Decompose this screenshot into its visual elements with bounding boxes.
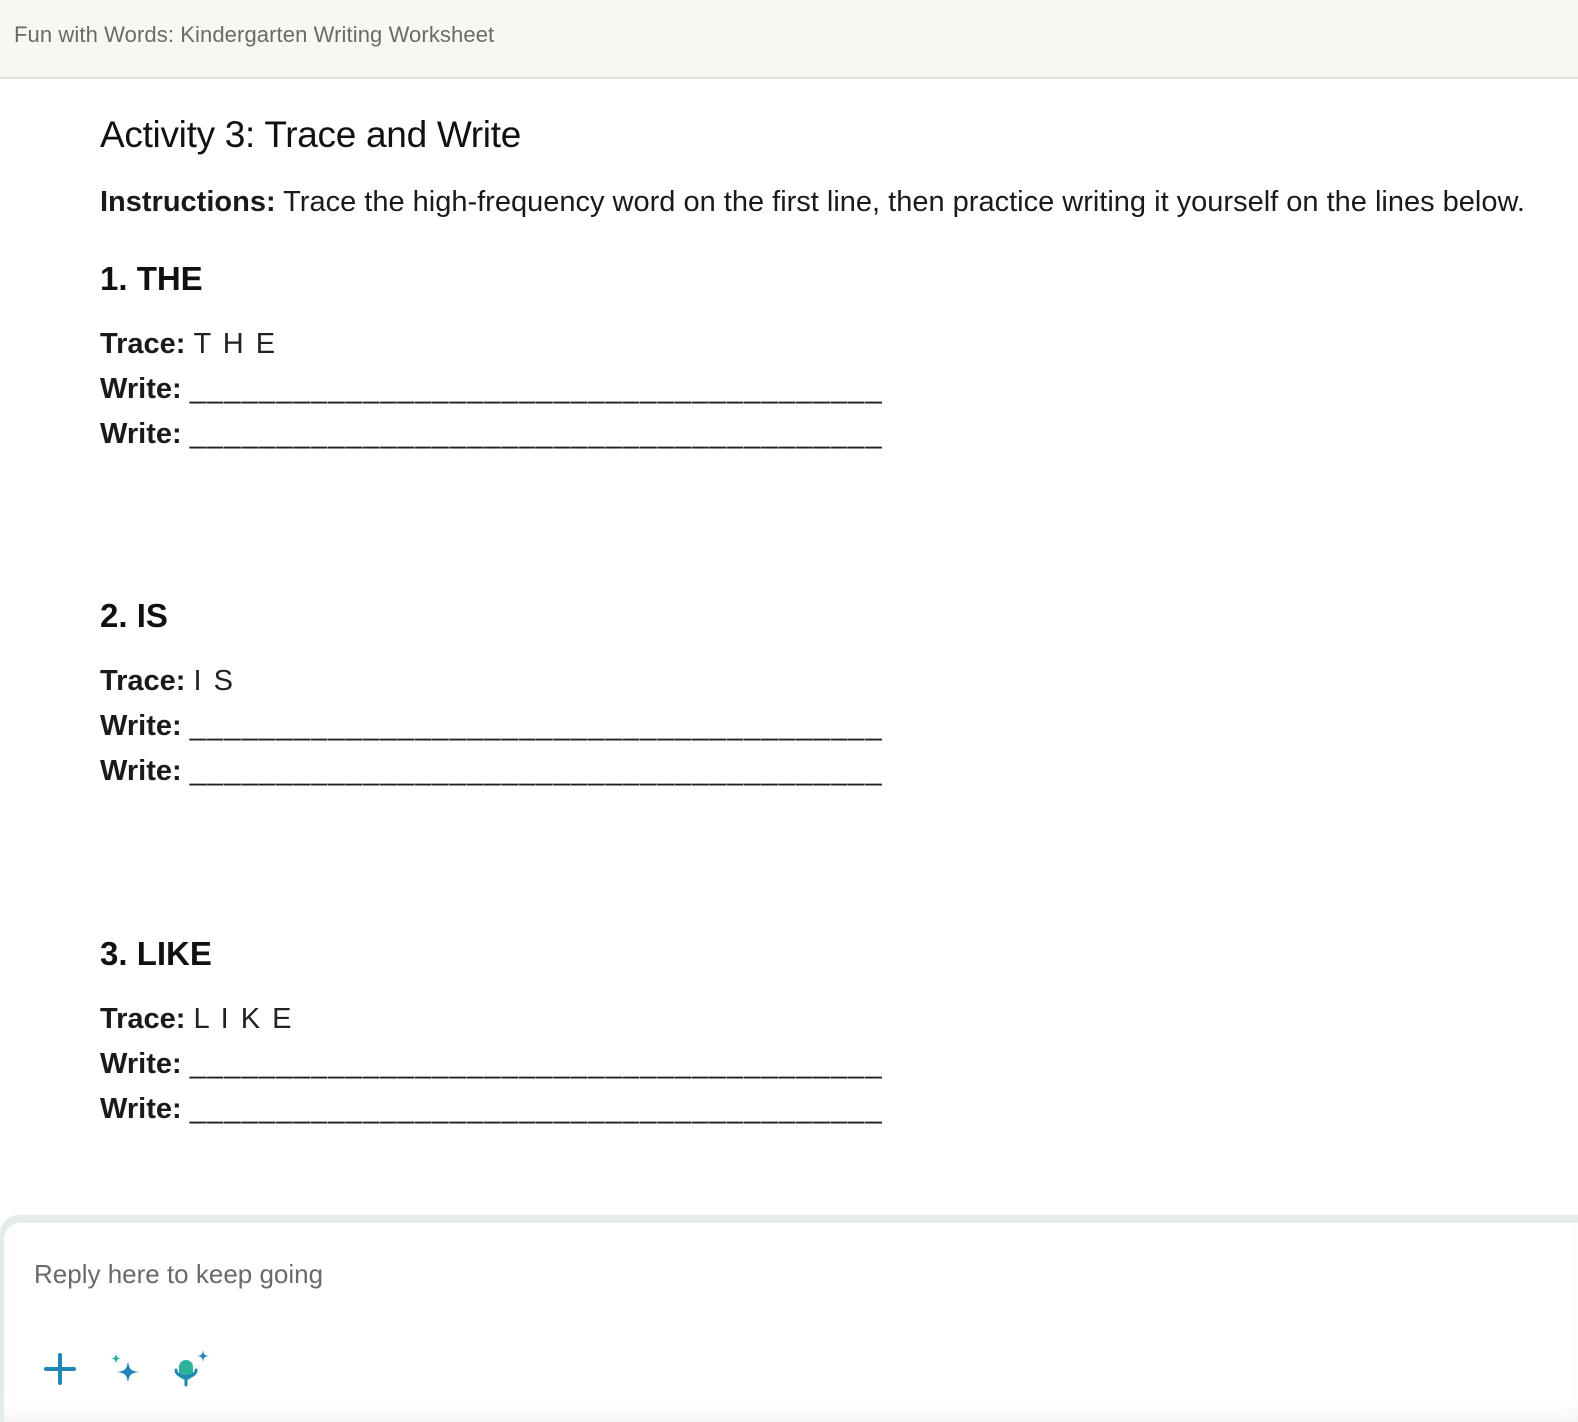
word-heading: 1. THE <box>100 260 203 297</box>
write-row: Write: _________________________________… <box>100 1042 883 1087</box>
practice-lines: Trace: T H E Write: ____________________… <box>100 322 883 457</box>
composer-box <box>4 1223 1578 1422</box>
instructions-text: Trace the high-frequency word on the fir… <box>275 186 1525 218</box>
plus-icon <box>44 1353 76 1385</box>
trace-word: L I K E <box>193 1003 294 1035</box>
write-label: Write: <box>100 710 182 742</box>
trace-label: Trace: <box>100 328 186 360</box>
word-section-is: 2. IS Trace: I S Write: ________________… <box>100 594 883 794</box>
write-label: Write: <box>100 418 182 450</box>
trace-row: Trace: L I K E <box>100 997 883 1042</box>
ai-assist-button[interactable] <box>104 1347 148 1391</box>
write-row: Write: _________________________________… <box>100 749 883 794</box>
write-row: Write: _________________________________… <box>100 704 883 749</box>
microphone-sparkle-icon <box>174 1350 209 1387</box>
word-section-the: 1. THE Trace: T H E Write: _____________… <box>100 257 883 457</box>
trace-label: Trace: <box>100 665 186 697</box>
word-heading: 2. IS <box>100 597 168 634</box>
write-blank-line: ________________________________________ <box>189 373 883 405</box>
write-row: Write: _________________________________… <box>100 1087 883 1132</box>
reply-input[interactable] <box>34 1259 1434 1290</box>
write-blank-line: ________________________________________ <box>189 755 883 787</box>
write-label: Write: <box>100 1048 182 1080</box>
sparkle-icon <box>111 1353 139 1383</box>
activity-title: Activity 3: Trace and Write <box>100 114 521 155</box>
practice-lines: Trace: L I K E Write: __________________… <box>100 997 883 1132</box>
voice-input-button[interactable] <box>170 1347 214 1391</box>
write-row: Write: _________________________________… <box>100 412 883 457</box>
write-label: Write: <box>100 755 182 787</box>
document-title: Fun with Words: Kindergarten Writing Wor… <box>14 22 495 47</box>
word-section-like: 3. LIKE Trace: L I K E Write: __________… <box>100 932 883 1132</box>
trace-word: I S <box>193 665 235 697</box>
write-row: Write: _________________________________… <box>100 367 883 412</box>
reply-composer <box>0 1215 1578 1422</box>
write-blank-line: ________________________________________ <box>189 418 883 450</box>
word-heading: 3. LIKE <box>100 935 212 972</box>
instructions: Instructions: Trace the high-frequency w… <box>100 182 1570 222</box>
instructions-label: Instructions: <box>100 186 276 218</box>
top-bar: Fun with Words: Kindergarten Writing Wor… <box>0 0 1578 79</box>
trace-row: Trace: T H E <box>100 322 883 367</box>
write-blank-line: ________________________________________ <box>189 710 883 742</box>
trace-row: Trace: I S <box>100 659 883 704</box>
trace-word: T H E <box>193 328 278 360</box>
write-label: Write: <box>100 373 182 405</box>
write-blank-line: ________________________________________ <box>189 1048 883 1080</box>
practice-lines: Trace: I S Write: ______________________… <box>100 659 883 794</box>
write-label: Write: <box>100 1093 182 1125</box>
write-blank-line: ________________________________________ <box>189 1093 883 1125</box>
worksheet-content: Activity 3: Trace and Write Instructions… <box>100 110 1570 1125</box>
trace-label: Trace: <box>100 1003 186 1035</box>
add-button[interactable] <box>38 1347 82 1391</box>
